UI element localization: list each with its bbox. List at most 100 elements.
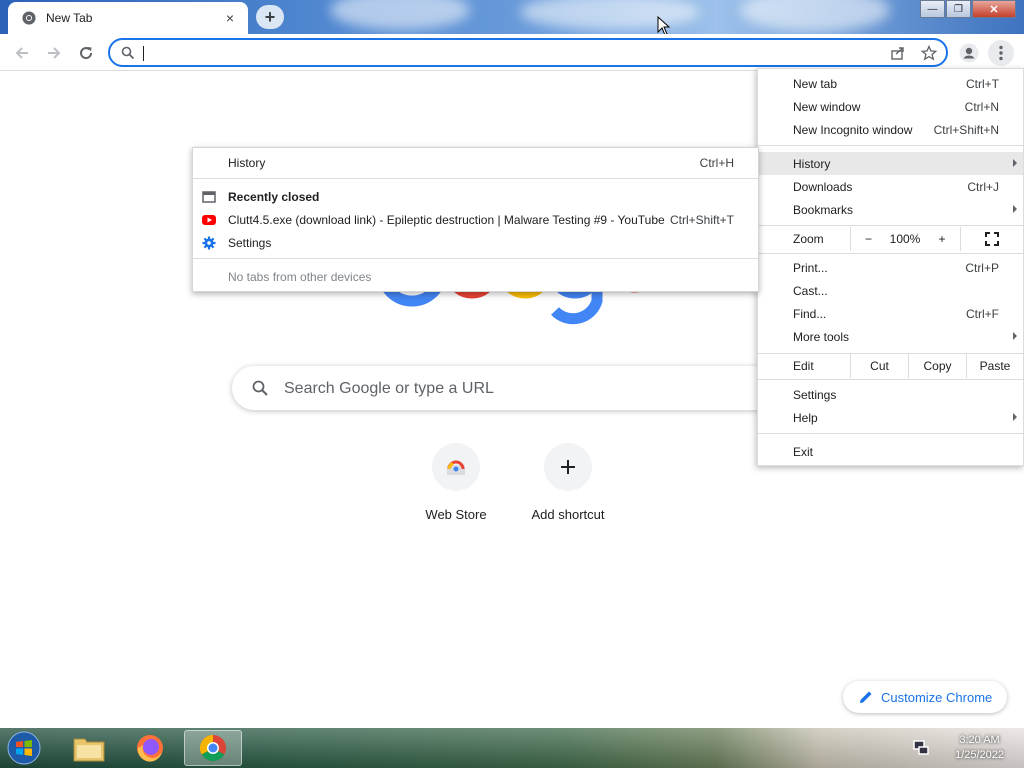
- bookmark-star-icon[interactable]: [921, 45, 937, 61]
- fullscreen-button[interactable]: [960, 227, 1023, 251]
- menu-separator: [758, 379, 1023, 380]
- system-clock[interactable]: 3:20 AM 1/25/2022: [955, 733, 1004, 763]
- clock-date: 1/25/2022: [955, 749, 1004, 761]
- clock-time: 3:20 AM: [959, 734, 1000, 746]
- menu-label: New tab: [793, 76, 838, 91]
- menu-label: Settings: [793, 387, 837, 402]
- edit-label: Edit: [793, 359, 814, 373]
- menu-separator: [193, 178, 758, 179]
- submenu-history[interactable]: History Ctrl+H: [193, 151, 758, 174]
- menu-label: Downloads: [793, 179, 853, 194]
- menu-exit[interactable]: Exit: [758, 440, 1023, 463]
- menu-more-tools[interactable]: More tools: [758, 325, 1023, 348]
- menu-label: Bookmarks: [793, 202, 854, 217]
- menu-separator: [758, 253, 1023, 254]
- windows-taskbar: 3:20 AM 1/25/2022: [0, 728, 1024, 768]
- menu-shortcut: Ctrl+Shift+T: [669, 212, 734, 227]
- menu-label: New Incognito window: [793, 122, 913, 137]
- menu-zoom-row: Zoom − 100% +: [758, 227, 1023, 251]
- cut-button[interactable]: Cut: [850, 354, 908, 378]
- web-store-icon: [447, 460, 465, 475]
- reload-icon: [80, 47, 93, 60]
- youtube-icon: [202, 215, 216, 225]
- recent-item-youtube[interactable]: Clutt4.5.exe (download link) - Epileptic…: [193, 208, 758, 231]
- submenu-arrow-icon: [1013, 332, 1017, 340]
- new-tab-button[interactable]: +: [256, 5, 284, 29]
- network-icon[interactable]: [912, 739, 930, 757]
- menu-label: Help: [793, 410, 818, 425]
- menu-label: Settings: [228, 235, 272, 250]
- search-box[interactable]: Search Google or type a URL: [232, 366, 792, 410]
- taskbar-firefox[interactable]: [121, 730, 179, 766]
- share-icon[interactable]: [890, 45, 906, 61]
- menu-button[interactable]: [988, 40, 1014, 66]
- zoom-out-button[interactable]: −: [850, 227, 886, 251]
- menu-separator: [758, 145, 1023, 146]
- back-button[interactable]: [9, 40, 35, 66]
- tab-close-icon[interactable]: ×: [222, 10, 238, 26]
- chrome-main-menu: New tab Ctrl+T New window Ctrl+N New Incog…: [757, 68, 1024, 466]
- zoom-level: 100%: [889, 232, 921, 246]
- shortcut-web-store[interactable]: Web Store: [406, 443, 506, 522]
- search-icon: [252, 380, 268, 396]
- menu-settings[interactable]: Settings: [758, 383, 1023, 406]
- menu-label: More tools: [793, 329, 850, 344]
- menu-help[interactable]: Help: [758, 406, 1023, 429]
- taskbar-file-explorer[interactable]: [60, 730, 118, 766]
- menu-label: Print...: [793, 260, 828, 275]
- mouse-cursor-icon: [657, 16, 671, 34]
- shortcut-label: Add shortcut: [531, 507, 605, 522]
- menu-separator: [758, 433, 1023, 434]
- zoom-in-button[interactable]: +: [924, 227, 960, 251]
- customize-label: Customize Chrome: [881, 689, 993, 705]
- minimize-button[interactable]: —: [920, 0, 945, 18]
- profile-button[interactable]: [956, 40, 982, 66]
- menu-edit-row: Edit Cut Copy Paste: [758, 354, 1023, 378]
- menu-print[interactable]: Print... Ctrl+P: [758, 256, 1023, 279]
- add-shortcut-button[interactable]: Add shortcut: [518, 443, 618, 522]
- menu-label: Clutt4.5.exe (download link) - Epileptic…: [228, 212, 665, 227]
- search-placeholder: Search Google or type a URL: [284, 380, 494, 397]
- recently-closed-header: Recently closed: [193, 185, 758, 208]
- taskbar-chrome[interactable]: [184, 730, 242, 766]
- kebab-menu-icon: [999, 45, 1003, 61]
- customize-chrome-button[interactable]: Customize Chrome: [843, 681, 1007, 713]
- menu-find[interactable]: Find... Ctrl+F: [758, 302, 1023, 325]
- menu-bookmarks[interactable]: Bookmarks: [758, 198, 1023, 221]
- title-bar: New Tab × + — ❐ ✕: [0, 0, 1024, 34]
- menu-label: No tabs from other devices: [228, 269, 372, 284]
- menu-label: New window: [793, 99, 861, 114]
- paste-button[interactable]: Paste: [966, 354, 1023, 378]
- menu-label: History: [793, 156, 831, 171]
- menu-history[interactable]: History: [758, 152, 1023, 175]
- menu-label: Exit: [793, 444, 814, 459]
- menu-cast[interactable]: Cast...: [758, 279, 1023, 302]
- forward-button[interactable]: [41, 40, 67, 66]
- menu-new-incognito-window[interactable]: New Incognito window Ctrl+Shift+N: [758, 118, 1023, 141]
- pencil-icon: [860, 691, 872, 703]
- shortcut-label: Web Store: [425, 507, 487, 522]
- close-window-button[interactable]: ✕: [972, 0, 1016, 18]
- tab-title: New Tab: [46, 11, 93, 25]
- restore-button[interactable]: ❐: [946, 0, 971, 18]
- recent-item-settings[interactable]: Settings: [193, 231, 758, 254]
- shortcut-icon-tile: [432, 443, 480, 491]
- menu-shortcut: Ctrl+N: [964, 99, 999, 114]
- menu-separator: [758, 225, 1023, 226]
- menu-new-window[interactable]: New window Ctrl+N: [758, 95, 1023, 118]
- chrome-icon: [199, 734, 226, 762]
- menu-new-tab[interactable]: New tab Ctrl+T: [758, 72, 1023, 95]
- tab-new-tab[interactable]: New Tab ×: [8, 2, 248, 34]
- recently-closed-label: Recently closed: [228, 189, 320, 204]
- address-bar[interactable]: [108, 38, 948, 67]
- reload-button[interactable]: [73, 40, 99, 66]
- menu-downloads[interactable]: Downloads Ctrl+J: [758, 175, 1023, 198]
- chrome-favicon-icon: [22, 11, 36, 25]
- copy-button[interactable]: Copy: [908, 354, 966, 378]
- settings-gear-icon: [202, 236, 216, 250]
- start-button[interactable]: [0, 730, 48, 766]
- search-icon: [121, 46, 135, 60]
- zoom-label: Zoom: [793, 232, 824, 246]
- forward-arrow-icon: [48, 47, 61, 59]
- folder-icon: [73, 738, 105, 762]
